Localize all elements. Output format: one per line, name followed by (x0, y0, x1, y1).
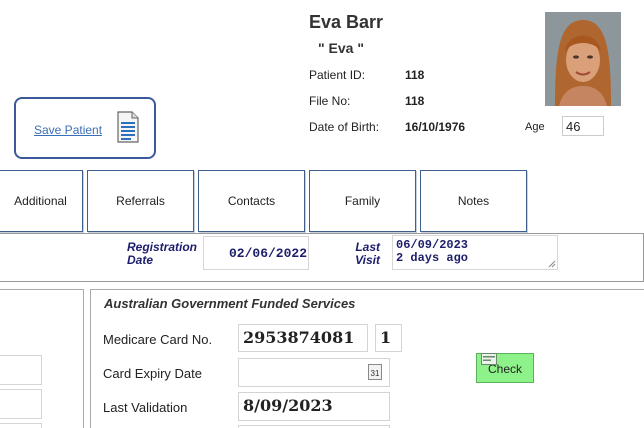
left-field-2[interactable] (0, 389, 42, 419)
tab-notes[interactable]: Notes (420, 170, 527, 232)
last-visit-relative: 2 days ago (396, 251, 469, 265)
registration-date-value: 02/06/2022 (229, 246, 308, 261)
tab-additional[interactable]: Additional (0, 170, 83, 232)
file-no-value: 118 (405, 94, 425, 108)
age-label: Age (525, 121, 545, 133)
medicare-card-number-field[interactable]: 2953874081 (238, 324, 368, 352)
left-field-3[interactable] (0, 423, 42, 428)
patient-photo (545, 12, 621, 106)
dob-value: 16/10/1976 (405, 120, 466, 134)
file-no-label: File No: (309, 94, 351, 108)
last-visit-label: Last Visit (355, 240, 380, 267)
left-field-1[interactable] (0, 355, 42, 385)
registration-date-label: Registration Date (127, 240, 198, 267)
medicare-irn-field[interactable]: 1 (375, 324, 402, 352)
calendar-icon[interactable]: 31 (368, 364, 382, 380)
last-visit-field: 06/09/2023 2 days ago (392, 235, 558, 270)
card-expiry-label: Card Expiry Date (103, 366, 202, 381)
tab-family[interactable]: Family (309, 170, 416, 232)
patient-id-value: 118 (405, 68, 425, 82)
tab-referrals[interactable]: Referrals (87, 170, 194, 232)
patient-id-label: Patient ID: (309, 68, 366, 82)
resize-grip-icon[interactable] (548, 260, 556, 268)
last-visit-date: 06/09/2023 (396, 238, 469, 252)
age-field: 46 (562, 116, 604, 136)
patient-name: Eva Barr (309, 12, 384, 32)
last-validation-field: 8/09/2023 (238, 392, 390, 421)
last-validation-label: Last Validation (103, 400, 188, 415)
medicare-panel-title: Australian Government Funded Services (104, 296, 356, 311)
dob-label: Date of Birth: (309, 120, 380, 134)
check-card-icon (481, 353, 497, 365)
save-patient-link[interactable]: Save Patient (34, 123, 102, 137)
check-medicare-button[interactable]: Check (476, 353, 534, 383)
save-patient-panel: Save Patient (14, 97, 156, 159)
document-icon[interactable] (116, 111, 140, 143)
patient-nickname: " Eva " (318, 40, 364, 56)
medicare-card-label: Medicare Card No. (103, 332, 213, 347)
tab-contacts[interactable]: Contacts (198, 170, 305, 232)
